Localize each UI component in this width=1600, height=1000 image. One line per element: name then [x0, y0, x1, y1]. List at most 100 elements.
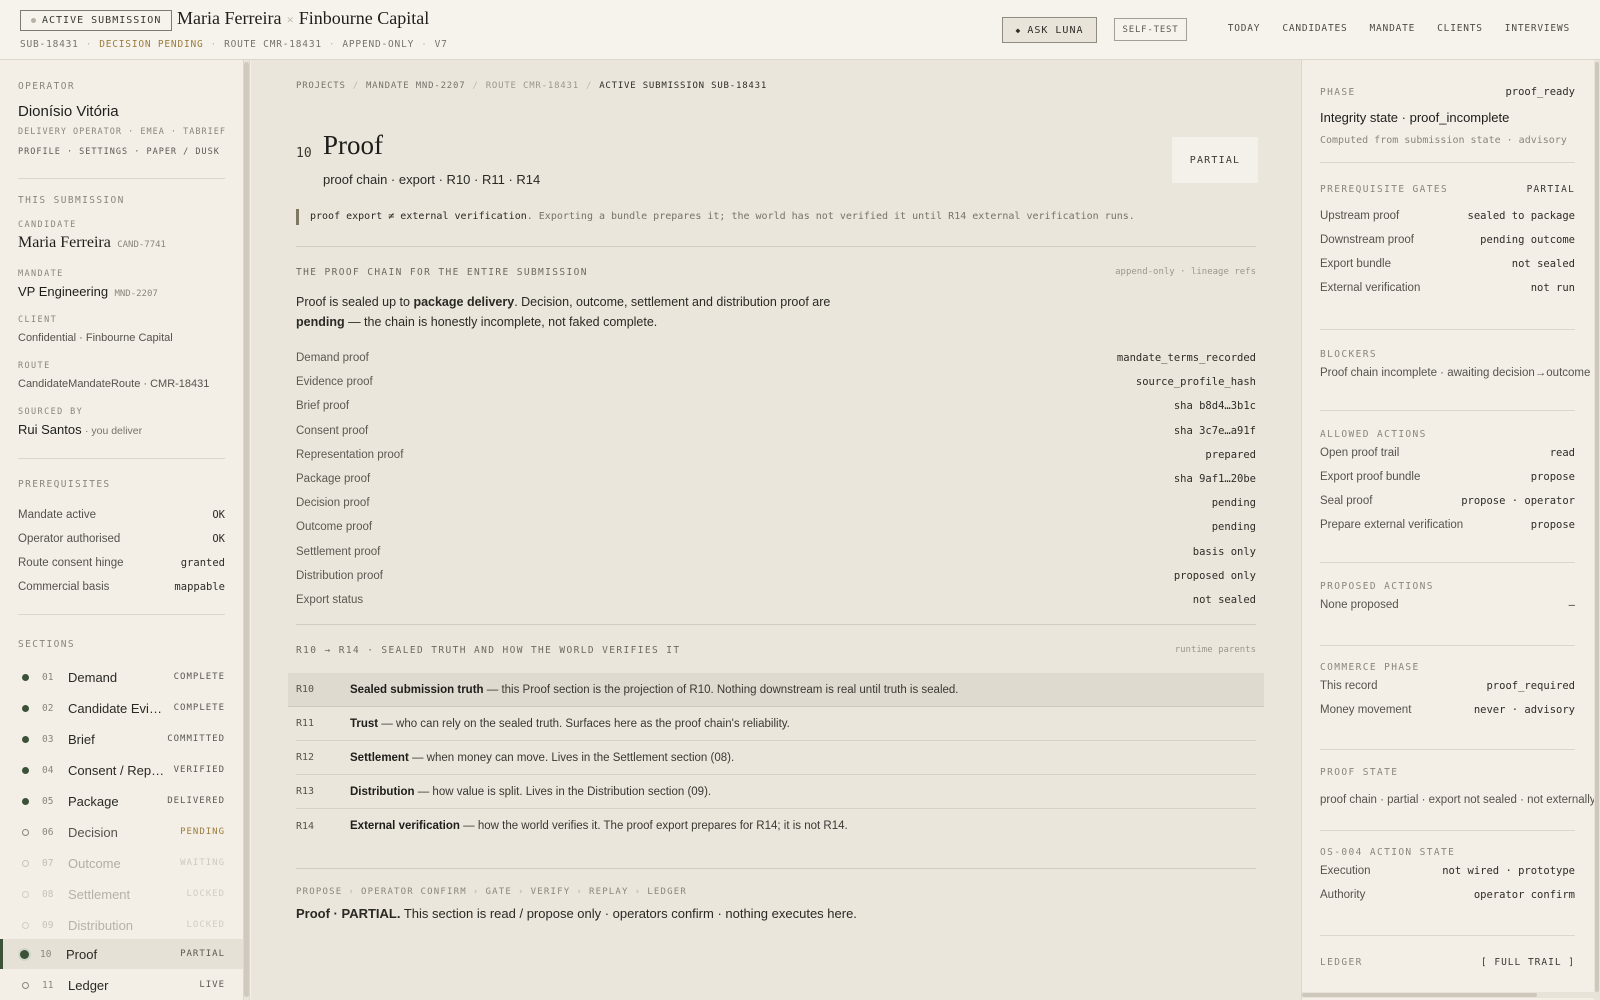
action-value: propose	[1530, 471, 1575, 483]
prerequisites-label: PREREQUISITES	[18, 479, 111, 490]
sidebar-item-proof[interactable]: 10 Proof PARTIAL	[0, 939, 243, 969]
runtime-desc: — when money can move. Lives in the Sett…	[408, 751, 735, 764]
runtime-row-r12[interactable]: R12 Settlement — when money can move. Liv…	[296, 741, 1256, 775]
complete-dot-icon	[22, 766, 29, 774]
sidebar-item-decision[interactable]: 06 Decision PENDING	[0, 817, 243, 847]
gate-value: sealed to package	[1467, 210, 1575, 222]
runtime-desc: — how the world verifies it. The proof e…	[459, 820, 848, 832]
top-header: ACTIVE SUBMISSION Maria Ferreira × Finbour…	[0, 0, 1600, 60]
flow-separator: ›	[576, 887, 583, 897]
proof-value: mandate_terms_recorded	[1116, 352, 1256, 365]
ledger-row: LEDGER [ FULL TRAIL ]	[1320, 954, 1575, 970]
pending-dot-icon	[22, 828, 29, 836]
scrollbar-thumb[interactable]	[1302, 993, 1537, 997]
prereq-key: Route consent hinge	[18, 557, 124, 569]
runtime-title: Trust	[350, 717, 379, 730]
nav-clients[interactable]: CLIENTS	[1437, 23, 1483, 34]
left-sidebar: OPERATOR Dionísio Vitória DELIVERY OPERA…	[0, 60, 244, 1000]
table-row: Settlement proof basis only	[296, 540, 1256, 564]
summary-emphasis: package delivery	[413, 295, 515, 309]
breadcrumb-route[interactable]: ROUTE CMR-18431	[486, 81, 579, 91]
section-number: 05	[42, 795, 54, 807]
operator-name: Dionísio Vitória	[18, 103, 119, 120]
nav-today[interactable]: TODAY	[1228, 23, 1261, 34]
runtime-row-r10[interactable]: R10 Sealed submission truth — this Proof …	[288, 673, 1264, 707]
flow-step: OPERATOR CONFIRM	[360, 887, 467, 897]
sidebar-item-settlement[interactable]: 08 Settlement LOCKED	[0, 879, 243, 909]
table-row: Distribution proof proposed only	[296, 564, 1256, 588]
main-content: PROJECTS / MANDATE MND-2207 / ROUTE CMR-1843…	[251, 60, 1301, 1000]
proof-key: Package proof	[296, 473, 371, 486]
sidebar-item-candidate-evidence[interactable]: 02 Candidate Evide… COMPLETE	[0, 693, 243, 723]
prereq-value: OK	[212, 509, 225, 521]
breadcrumb-projects[interactable]: PROJECTS	[296, 81, 346, 91]
prerequisites-list: Mandate active OK Operator authorised OK R…	[18, 503, 225, 599]
action-seal-proof[interactable]: Seal proof propose · operator	[1320, 489, 1575, 513]
runtime-row-r13[interactable]: R13 Distribution — how value is split. Li…	[296, 775, 1256, 809]
commerce-phase-label: COMMERCE PHASE	[1320, 662, 1420, 673]
section-name: Candidate Evide…	[68, 700, 168, 716]
prereq-value: OK	[212, 533, 225, 545]
integrity-prefix: Integrity state ·	[1320, 110, 1410, 125]
section-number: 01	[42, 671, 54, 683]
divider	[1320, 410, 1575, 411]
section-status: WAITING	[180, 858, 225, 868]
prereq-row: Mandate active OK	[18, 503, 225, 527]
diamond-icon: ◆	[1015, 25, 1022, 35]
sidebar-item-outcome[interactable]: 07 Outcome WAITING	[0, 848, 243, 878]
version-label: V7	[434, 39, 448, 50]
summary-emphasis: pending	[296, 315, 345, 329]
active-dot-icon	[20, 949, 29, 959]
complete-dot-icon	[22, 704, 29, 712]
os-action-list: Execution not wired · prototype Authority…	[1320, 859, 1575, 907]
breadcrumb-mandate[interactable]: MANDATE MND-2207	[366, 81, 466, 91]
operator-meta: DELIVERY OPERATOR · EMEA · TABRIEF	[18, 127, 226, 137]
proof-value: sha b8d4…3b1c	[1173, 400, 1256, 413]
proof-value: not sealed	[1192, 593, 1256, 606]
complete-dot-icon	[22, 673, 29, 681]
prereq-key: Operator authorised	[18, 533, 121, 545]
full-trail-link[interactable]: [ FULL TRAIL ]	[1481, 957, 1575, 968]
proof-value: pending	[1211, 497, 1256, 510]
runtime-title: External verification	[350, 820, 460, 832]
operator-label: OPERATOR	[18, 81, 75, 92]
gate-row: Export bundle not sealed	[1320, 252, 1575, 276]
proof-key: Outcome proof	[296, 521, 373, 534]
nav-mandate[interactable]: MANDATE	[1370, 23, 1416, 34]
waiting-dot-icon	[22, 859, 29, 867]
active-submission-badge: ACTIVE SUBMISSION	[20, 10, 173, 31]
sidebar-item-ledger[interactable]: 11 Ledger LIVE	[0, 970, 243, 1000]
flow-step: VERIFY	[530, 887, 571, 897]
runtime-row-r11[interactable]: R11 Trust — who can rely on the sealed tr…	[296, 707, 1256, 741]
nav-candidates[interactable]: CANDIDATES	[1282, 23, 1347, 34]
section-status: DELIVERED	[167, 796, 225, 806]
action-open-proof-trail[interactable]: Open proof trail read	[1320, 441, 1575, 465]
action-prepare-external-verification[interactable]: Prepare external verification propose	[1320, 513, 1575, 537]
runtime-row-r14[interactable]: R14 External verification — how the world…	[296, 809, 1256, 843]
sidebar-scrollbar[interactable]	[244, 60, 250, 1000]
operator-links[interactable]: PROFILE · SETTINGS · PAPER / DUSK	[18, 147, 225, 157]
section-name: Decision	[68, 824, 118, 840]
right-panel-scrollbar[interactable]	[1594, 60, 1600, 1000]
sidebar-item-brief[interactable]: 03 Brief COMMITTED	[0, 724, 243, 754]
allowed-actions-list: Open proof trail read Export proof bundle…	[1320, 441, 1575, 537]
sidebar-item-distribution[interactable]: 09 Distribution LOCKED	[0, 910, 243, 940]
allowed-actions-label: ALLOWED ACTIONS	[1320, 429, 1427, 440]
scrollbar-thumb[interactable]	[1595, 62, 1599, 992]
candidate-id: CAND-7741	[117, 240, 166, 250]
ask-luna-button[interactable]: ◆ ASK LUNA	[1002, 17, 1097, 43]
proof-key: Export status	[296, 593, 364, 606]
note-code: proof export ≠ external verification	[310, 211, 527, 222]
right-panel-horizontal-scrollbar[interactable]	[1302, 992, 1594, 998]
runtime-list: R10 Sealed submission truth — this Proof …	[288, 673, 1264, 843]
sidebar-item-package[interactable]: 05 Package DELIVERED	[0, 786, 243, 816]
route-id: ROUTE CMR-18431	[224, 39, 322, 50]
scrollbar-thumb[interactable]	[244, 62, 249, 997]
action-export-proof-bundle[interactable]: Export proof bundle propose	[1320, 465, 1575, 489]
nav-interviews[interactable]: INTERVIEWS	[1505, 23, 1570, 34]
this-submission-label: THIS SUBMISSION	[18, 195, 125, 206]
self-test-button[interactable]: SELF-TEST	[1114, 18, 1187, 41]
prereq-value: granted	[180, 557, 225, 569]
sidebar-item-consent[interactable]: 04 Consent / Repre… VERIFIED	[0, 755, 243, 785]
sidebar-item-demand[interactable]: 01 Demand COMPLETE	[0, 662, 243, 692]
